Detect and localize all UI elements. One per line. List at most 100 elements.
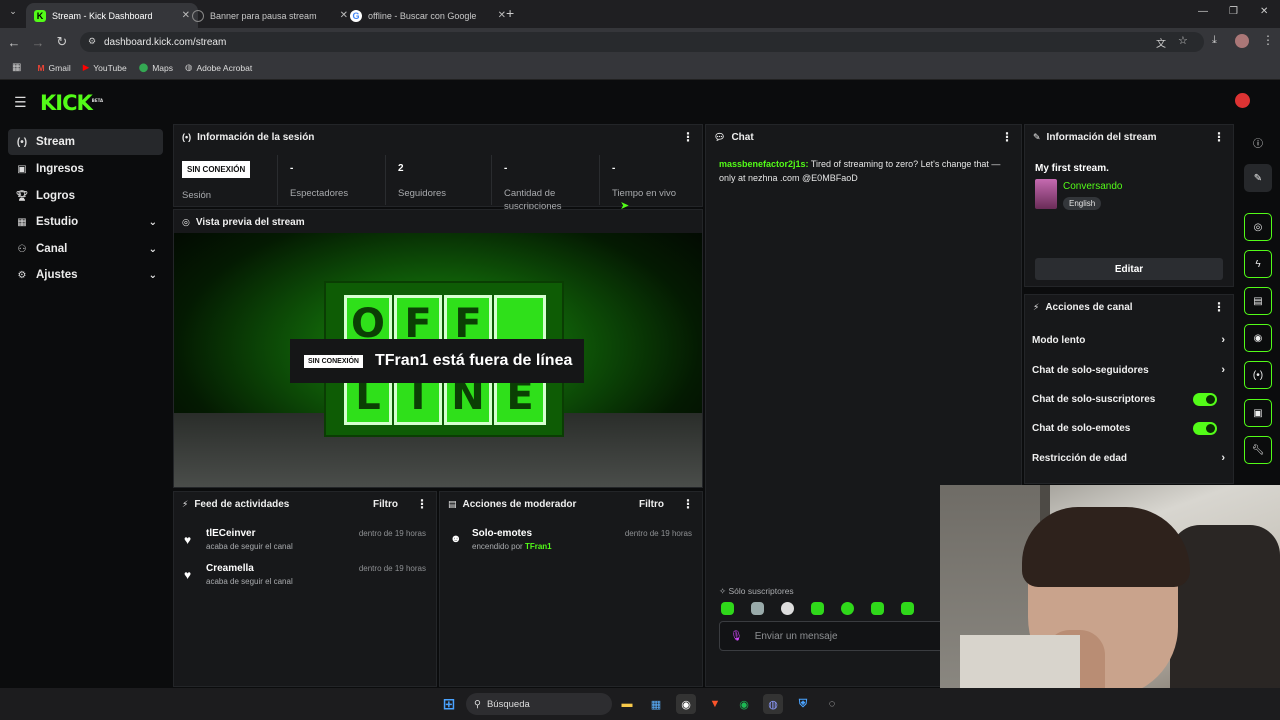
bookmark-acrobat[interactable]: ◍ Adobe Acrobat xyxy=(185,62,252,73)
emote-icon[interactable] xyxy=(751,602,764,615)
new-tab-icon[interactable]: + xyxy=(506,5,514,21)
action-subscribers-only: Chat de solo-suscriptores xyxy=(1032,388,1225,410)
chat-message: massbenefactor2j1s: Tired of streaming t… xyxy=(719,157,1011,185)
activity-user[interactable]: tlECeinver xyxy=(206,528,255,539)
stream-title: My first stream. xyxy=(1035,163,1109,174)
bookmark-star-icon[interactable]: ☆ xyxy=(1178,34,1188,47)
sidebar-item-ingresos[interactable]: ▣ Ingresos xyxy=(8,156,163,182)
emote-icon[interactable] xyxy=(811,602,824,615)
sidebar-item-label: Ingresos xyxy=(36,163,84,175)
translate-icon[interactable]: 文 xyxy=(1156,35,1166,50)
site-info-icon[interactable]: ⚙ xyxy=(88,36,96,47)
trophy-icon: 🏆︎ xyxy=(15,190,29,202)
emote-icon[interactable] xyxy=(841,602,854,615)
tab-search-icon[interactable]: ⌄ xyxy=(6,6,20,20)
moderator-user[interactable]: TFran1 xyxy=(525,542,552,551)
preview-toggle-icon[interactable]: ◎ xyxy=(1244,213,1272,241)
emotes-only-toggle[interactable] xyxy=(1193,421,1217,435)
filter-button[interactable]: Filtro xyxy=(373,499,398,510)
emote-icon[interactable] xyxy=(721,602,734,615)
sidebar-item-canal[interactable]: ⚇ Canal ⌄ xyxy=(8,236,163,262)
webcam-overlay xyxy=(940,485,1280,720)
bookmark-maps[interactable]: ⬤ Maps xyxy=(139,62,173,73)
kick-logo[interactable]: KICKBETA xyxy=(40,91,103,115)
microphone-icon[interactable]: 🎙︎ xyxy=(730,631,743,642)
store-icon[interactable]: ▦ xyxy=(646,694,666,714)
moderator-desc-prefix: encendido por xyxy=(472,542,523,551)
sidebar-item-stream[interactable]: (•) Stream xyxy=(8,129,163,155)
close-tab-icon[interactable]: ✕ xyxy=(498,10,506,21)
minimize-icon[interactable]: — xyxy=(1198,6,1208,17)
more-options-icon[interactable]: ⋮ xyxy=(416,497,428,511)
bookmark-label: Maps xyxy=(152,62,174,73)
globe-favicon-icon xyxy=(192,9,204,22)
emote-icon[interactable] xyxy=(781,602,794,615)
action-followers-only[interactable]: Chat de solo-seguidores › xyxy=(1032,359,1225,381)
browser-menu-icon[interactable]: ⋮ xyxy=(1262,33,1274,47)
close-window-icon[interactable]: ✕ xyxy=(1260,6,1268,17)
broadcast-toggle-icon[interactable]: (•) xyxy=(1244,361,1272,389)
obs-icon[interactable]: ◌ xyxy=(822,694,842,714)
emote-icon[interactable] xyxy=(871,602,884,615)
restore-icon[interactable]: ❐ xyxy=(1229,6,1238,17)
moderator-item: ☻ Solo-emotes encendido por TFran1 dentro d… xyxy=(450,528,692,562)
discord-icon[interactable]: ◍ xyxy=(763,694,783,714)
emote-icon[interactable] xyxy=(901,602,914,615)
edit-pencil-icon[interactable]: ✎ xyxy=(1244,164,1272,192)
url-text: dashboard.kick.com/stream xyxy=(104,36,227,48)
chrome-icon[interactable]: ◉ xyxy=(676,694,696,714)
action-age-restriction[interactable]: Restricción de edad › xyxy=(1032,447,1225,469)
notes-toggle-icon[interactable]: ▤ xyxy=(1244,287,1272,315)
apps-grid-icon[interactable]: ▦ xyxy=(12,62,21,73)
sidebar-item-estudio[interactable]: ▦ Estudio ⌄ xyxy=(8,209,163,235)
wrench-toggle-icon[interactable]: 🔧︎ xyxy=(1244,436,1272,464)
brave-icon[interactable]: ▼ xyxy=(705,694,725,714)
panel-header: ⚡︎ Feed de actividades Filtro ⋮ xyxy=(174,492,436,516)
more-options-icon[interactable]: ⋮ xyxy=(682,497,694,511)
tab-google-offline[interactable]: G offline - Buscar con Google ✕ xyxy=(342,3,514,28)
bookmark-gmail[interactable]: M Gmail xyxy=(37,63,70,73)
spotify-icon[interactable]: ◉ xyxy=(734,694,754,714)
more-options-icon[interactable]: ⋮ xyxy=(1001,130,1013,144)
chat-username[interactable]: massbenefactor2j1s: xyxy=(719,159,809,169)
user-avatar[interactable] xyxy=(1235,93,1250,108)
reload-icon[interactable]: ↻ xyxy=(50,34,74,50)
back-arrow-icon[interactable]: ← xyxy=(2,35,26,50)
bookmark-youtube[interactable]: ▶ YouTube xyxy=(83,62,127,73)
file-explorer-icon[interactable]: ▬ xyxy=(617,694,637,714)
stat-value: - xyxy=(504,163,508,174)
hamburger-menu-icon[interactable]: ☰ xyxy=(14,94,27,111)
taskbar-search[interactable]: ⚲ Búsqueda xyxy=(466,693,612,715)
action-emotes-only: Chat de solo-emotes xyxy=(1032,417,1225,439)
windows-start-icon[interactable]: ⊞ xyxy=(439,694,459,714)
chat-toggle-icon[interactable]: ◉ xyxy=(1244,324,1272,352)
activity-user[interactable]: Creamella xyxy=(206,563,254,574)
chevron-right-icon: › xyxy=(1221,452,1225,464)
url-field[interactable]: ⚙ dashboard.kick.com/stream xyxy=(80,32,1204,52)
emote-bar xyxy=(721,602,951,618)
sidebar-item-label: Ajustes xyxy=(36,269,78,281)
forward-arrow-icon[interactable]: → xyxy=(26,35,50,50)
action-slow-mode[interactable]: Modo lento › xyxy=(1032,329,1225,351)
activity-time: dentro de 19 horas xyxy=(358,564,426,573)
profile-avatar[interactable] xyxy=(1235,34,1249,48)
filter-button[interactable]: Filtro xyxy=(639,499,664,510)
info-icon[interactable]: ⓘ xyxy=(1244,128,1272,156)
edit-stream-button[interactable]: Editar xyxy=(1035,258,1223,280)
stream-category[interactable]: Conversando xyxy=(1063,181,1122,192)
tab-banner[interactable]: Banner para pausa stream ✕ xyxy=(184,3,356,28)
sidebar-item-logros[interactable]: 🏆︎ Logros xyxy=(8,183,163,209)
layout-toggle-icon[interactable]: ▣ xyxy=(1244,399,1272,427)
lightning-toggle-icon[interactable]: ϟ xyxy=(1244,250,1272,278)
more-options-icon[interactable]: ⋮ xyxy=(1213,300,1225,314)
more-options-icon[interactable]: ⋮ xyxy=(1213,130,1225,144)
download-icon[interactable]: ⤓ xyxy=(1212,34,1217,47)
action-label: Modo lento xyxy=(1032,334,1086,346)
sidebar-item-ajustes[interactable]: ⚙ Ajustes ⌄ xyxy=(8,262,163,288)
broadcast-icon: (•) xyxy=(182,132,192,142)
more-options-icon[interactable]: ⋮ xyxy=(682,130,694,144)
stream-preview-video[interactable]: O F F L I N E SIN CONEXIÓN TFran1 está f… xyxy=(174,233,702,487)
subscribers-only-toggle[interactable] xyxy=(1193,392,1217,406)
shield-app-icon[interactable]: ⛨ xyxy=(793,694,813,714)
tab-kick-dashboard[interactable]: K Stream - Kick Dashboard ✕ xyxy=(26,3,198,28)
